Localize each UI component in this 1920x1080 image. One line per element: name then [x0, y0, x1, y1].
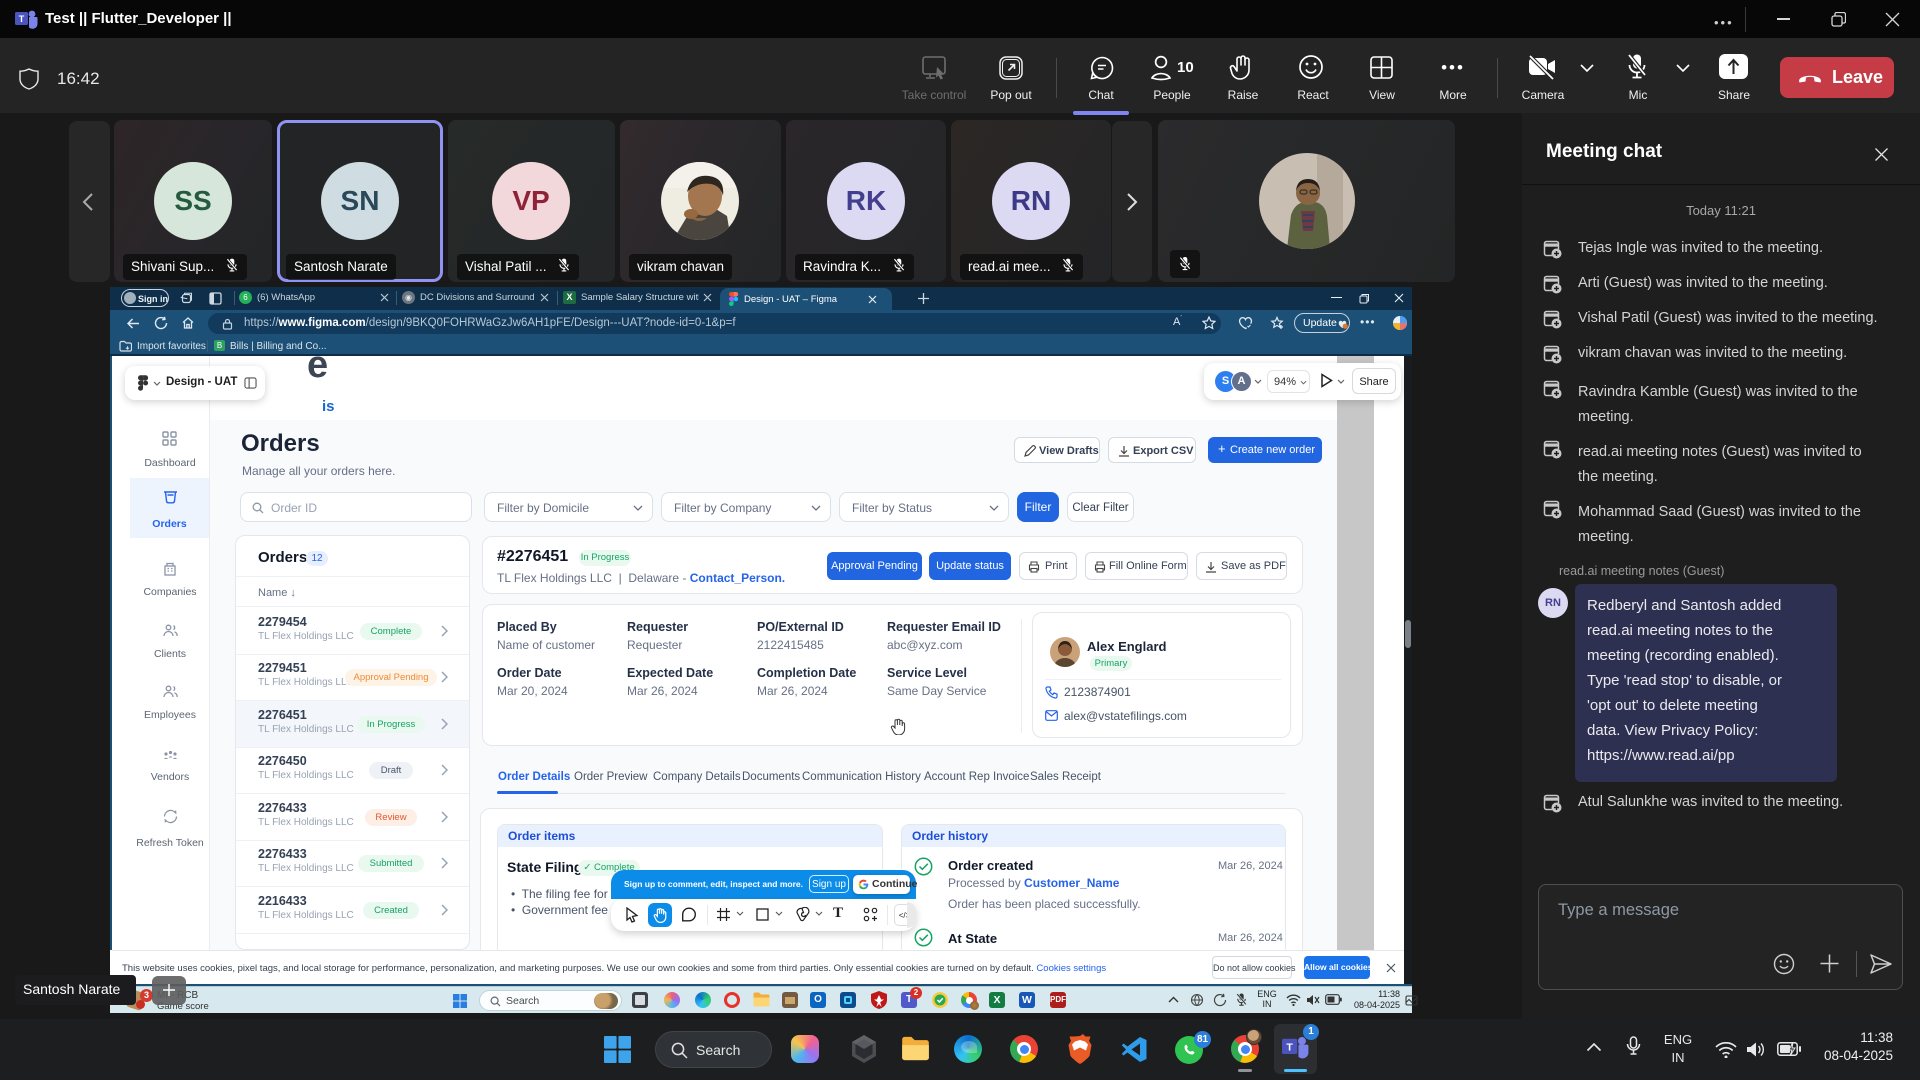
- svg-text:T: T: [19, 14, 25, 24]
- svg-text:T: T: [1286, 1041, 1293, 1053]
